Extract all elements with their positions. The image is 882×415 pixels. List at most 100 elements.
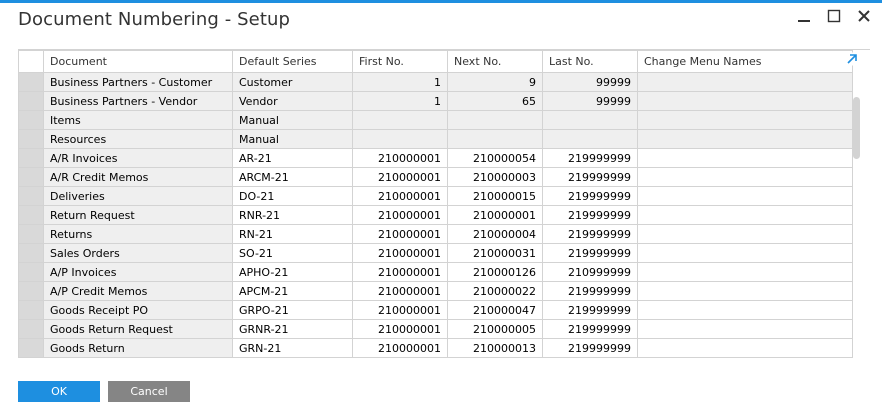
table-row[interactable]: Deliveries DO-21 210000001 210000015 2199999… — [18, 186, 853, 206]
row-header[interactable] — [18, 72, 44, 92]
maximize-button[interactable] — [826, 6, 842, 26]
document-cell[interactable]: Business Partners - Customer — [43, 72, 233, 92]
vertical-scrollbar-thumb[interactable] — [853, 97, 860, 159]
next-no-cell[interactable]: 65 — [447, 91, 543, 111]
table-row[interactable]: Sales Orders SO-21 210000001 210000031 21999… — [18, 243, 853, 263]
table-row[interactable]: A/P Invoices APHO-21 210000001 210000126 210… — [18, 262, 853, 282]
next-no-cell[interactable] — [447, 129, 543, 149]
default-series-cell[interactable]: SO-21 — [232, 243, 353, 263]
last-no-cell[interactable]: 219999999 — [542, 148, 638, 168]
next-no-cell[interactable]: 210000005 — [447, 319, 543, 339]
table-row[interactable]: Items Manual — [18, 110, 853, 130]
first-no-cell[interactable]: 210000001 — [352, 338, 448, 358]
row-header[interactable] — [18, 338, 44, 358]
last-no-cell[interactable]: 219999999 — [542, 205, 638, 225]
row-header[interactable] — [18, 262, 44, 282]
row-header[interactable] — [18, 300, 44, 320]
row-header[interactable] — [18, 129, 44, 149]
table-row[interactable]: Returns RN-21 210000001 210000004 219999999 — [18, 224, 853, 244]
table-row[interactable]: Business Partners - Customer Customer 1 9 99… — [18, 72, 853, 92]
row-header[interactable] — [18, 281, 44, 301]
document-cell[interactable]: A/P Credit Memos — [43, 281, 233, 301]
last-no-cell[interactable]: 219999999 — [542, 281, 638, 301]
table-row[interactable]: Goods Return Request GRNR-21 210000001 2100… — [18, 319, 853, 339]
default-series-cell[interactable]: GRN-21 — [232, 338, 353, 358]
next-no-cell[interactable]: 210000004 — [447, 224, 543, 244]
first-no-cell[interactable] — [352, 129, 448, 149]
last-no-cell[interactable] — [542, 110, 638, 130]
change-menu-names-cell[interactable] — [637, 91, 853, 111]
row-header[interactable] — [18, 167, 44, 187]
table-row[interactable]: A/R Credit Memos ARCM-21 210000001 21000000… — [18, 167, 853, 187]
cancel-button[interactable]: Cancel — [108, 381, 190, 402]
row-header[interactable] — [18, 243, 44, 263]
expand-arrow-icon[interactable] — [845, 52, 859, 66]
default-series-cell[interactable]: ARCM-21 — [232, 167, 353, 187]
table-row[interactable]: Goods Return GRN-21 210000001 210000013 2199… — [18, 338, 853, 358]
first-no-cell[interactable]: 210000001 — [352, 224, 448, 244]
first-no-cell[interactable] — [352, 110, 448, 130]
minimize-button[interactable] — [796, 6, 812, 26]
first-no-cell[interactable]: 210000001 — [352, 319, 448, 339]
table-row[interactable]: Resources Manual — [18, 129, 853, 149]
last-no-cell[interactable]: 219999999 — [542, 224, 638, 244]
change-menu-names-cell[interactable] — [637, 186, 853, 206]
document-cell[interactable]: Goods Return — [43, 338, 233, 358]
row-header[interactable] — [18, 205, 44, 225]
next-no-cell[interactable]: 210000126 — [447, 262, 543, 282]
row-header[interactable] — [18, 148, 44, 168]
document-cell[interactable]: Goods Return Request — [43, 319, 233, 339]
default-series-cell[interactable]: Manual — [232, 129, 353, 149]
last-no-cell[interactable]: 219999999 — [542, 186, 638, 206]
next-no-cell[interactable]: 210000054 — [447, 148, 543, 168]
row-header[interactable] — [18, 319, 44, 339]
change-menu-names-cell[interactable] — [637, 224, 853, 244]
next-no-cell[interactable]: 9 — [447, 72, 543, 92]
first-no-cell[interactable]: 1 — [352, 72, 448, 92]
next-no-cell[interactable]: 210000022 — [447, 281, 543, 301]
next-no-cell[interactable] — [447, 110, 543, 130]
last-no-cell[interactable]: 219999999 — [542, 167, 638, 187]
last-no-cell[interactable]: 99999 — [542, 72, 638, 92]
last-no-cell[interactable]: 99999 — [542, 91, 638, 111]
next-no-cell[interactable]: 210000003 — [447, 167, 543, 187]
document-cell[interactable]: A/P Invoices — [43, 262, 233, 282]
change-menu-names-cell[interactable] — [637, 281, 853, 301]
first-no-cell[interactable]: 210000001 — [352, 205, 448, 225]
column-header-change-menu-names[interactable]: Change Menu Names — [637, 50, 853, 73]
default-series-cell[interactable]: APHO-21 — [232, 262, 353, 282]
next-no-cell[interactable]: 210000031 — [447, 243, 543, 263]
document-cell[interactable]: Returns — [43, 224, 233, 244]
ok-button[interactable]: OK — [18, 381, 100, 402]
first-no-cell[interactable]: 210000001 — [352, 243, 448, 263]
last-no-cell[interactable]: 219999999 — [542, 300, 638, 320]
row-header[interactable] — [18, 91, 44, 111]
default-series-cell[interactable]: GRPO-21 — [232, 300, 353, 320]
change-menu-names-cell[interactable] — [637, 243, 853, 263]
change-menu-names-cell[interactable] — [637, 338, 853, 358]
last-no-cell[interactable]: 210999999 — [542, 262, 638, 282]
document-cell[interactable]: A/R Credit Memos — [43, 167, 233, 187]
default-series-cell[interactable]: APCM-21 — [232, 281, 353, 301]
document-cell[interactable]: Sales Orders — [43, 243, 233, 263]
next-no-cell[interactable]: 210000001 — [447, 205, 543, 225]
first-no-cell[interactable]: 1 — [352, 91, 448, 111]
change-menu-names-cell[interactable] — [637, 205, 853, 225]
document-cell[interactable]: Return Request — [43, 205, 233, 225]
table-row[interactable]: A/R Invoices AR-21 210000001 210000054 21999… — [18, 148, 853, 168]
document-cell[interactable]: Deliveries — [43, 186, 233, 206]
default-series-cell[interactable]: DO-21 — [232, 186, 353, 206]
default-series-cell[interactable]: GRNR-21 — [232, 319, 353, 339]
close-button[interactable] — [856, 6, 872, 26]
first-no-cell[interactable]: 210000001 — [352, 281, 448, 301]
column-header-first-no[interactable]: First No. — [352, 50, 448, 73]
next-no-cell[interactable]: 210000015 — [447, 186, 543, 206]
change-menu-names-cell[interactable] — [637, 72, 853, 92]
last-no-cell[interactable]: 219999999 — [542, 338, 638, 358]
document-cell[interactable]: Goods Receipt PO — [43, 300, 233, 320]
default-series-cell[interactable]: Manual — [232, 110, 353, 130]
next-no-cell[interactable]: 210000047 — [447, 300, 543, 320]
change-menu-names-cell[interactable] — [637, 129, 853, 149]
default-series-cell[interactable]: RN-21 — [232, 224, 353, 244]
column-header-default-series[interactable]: Default Series — [232, 50, 353, 73]
